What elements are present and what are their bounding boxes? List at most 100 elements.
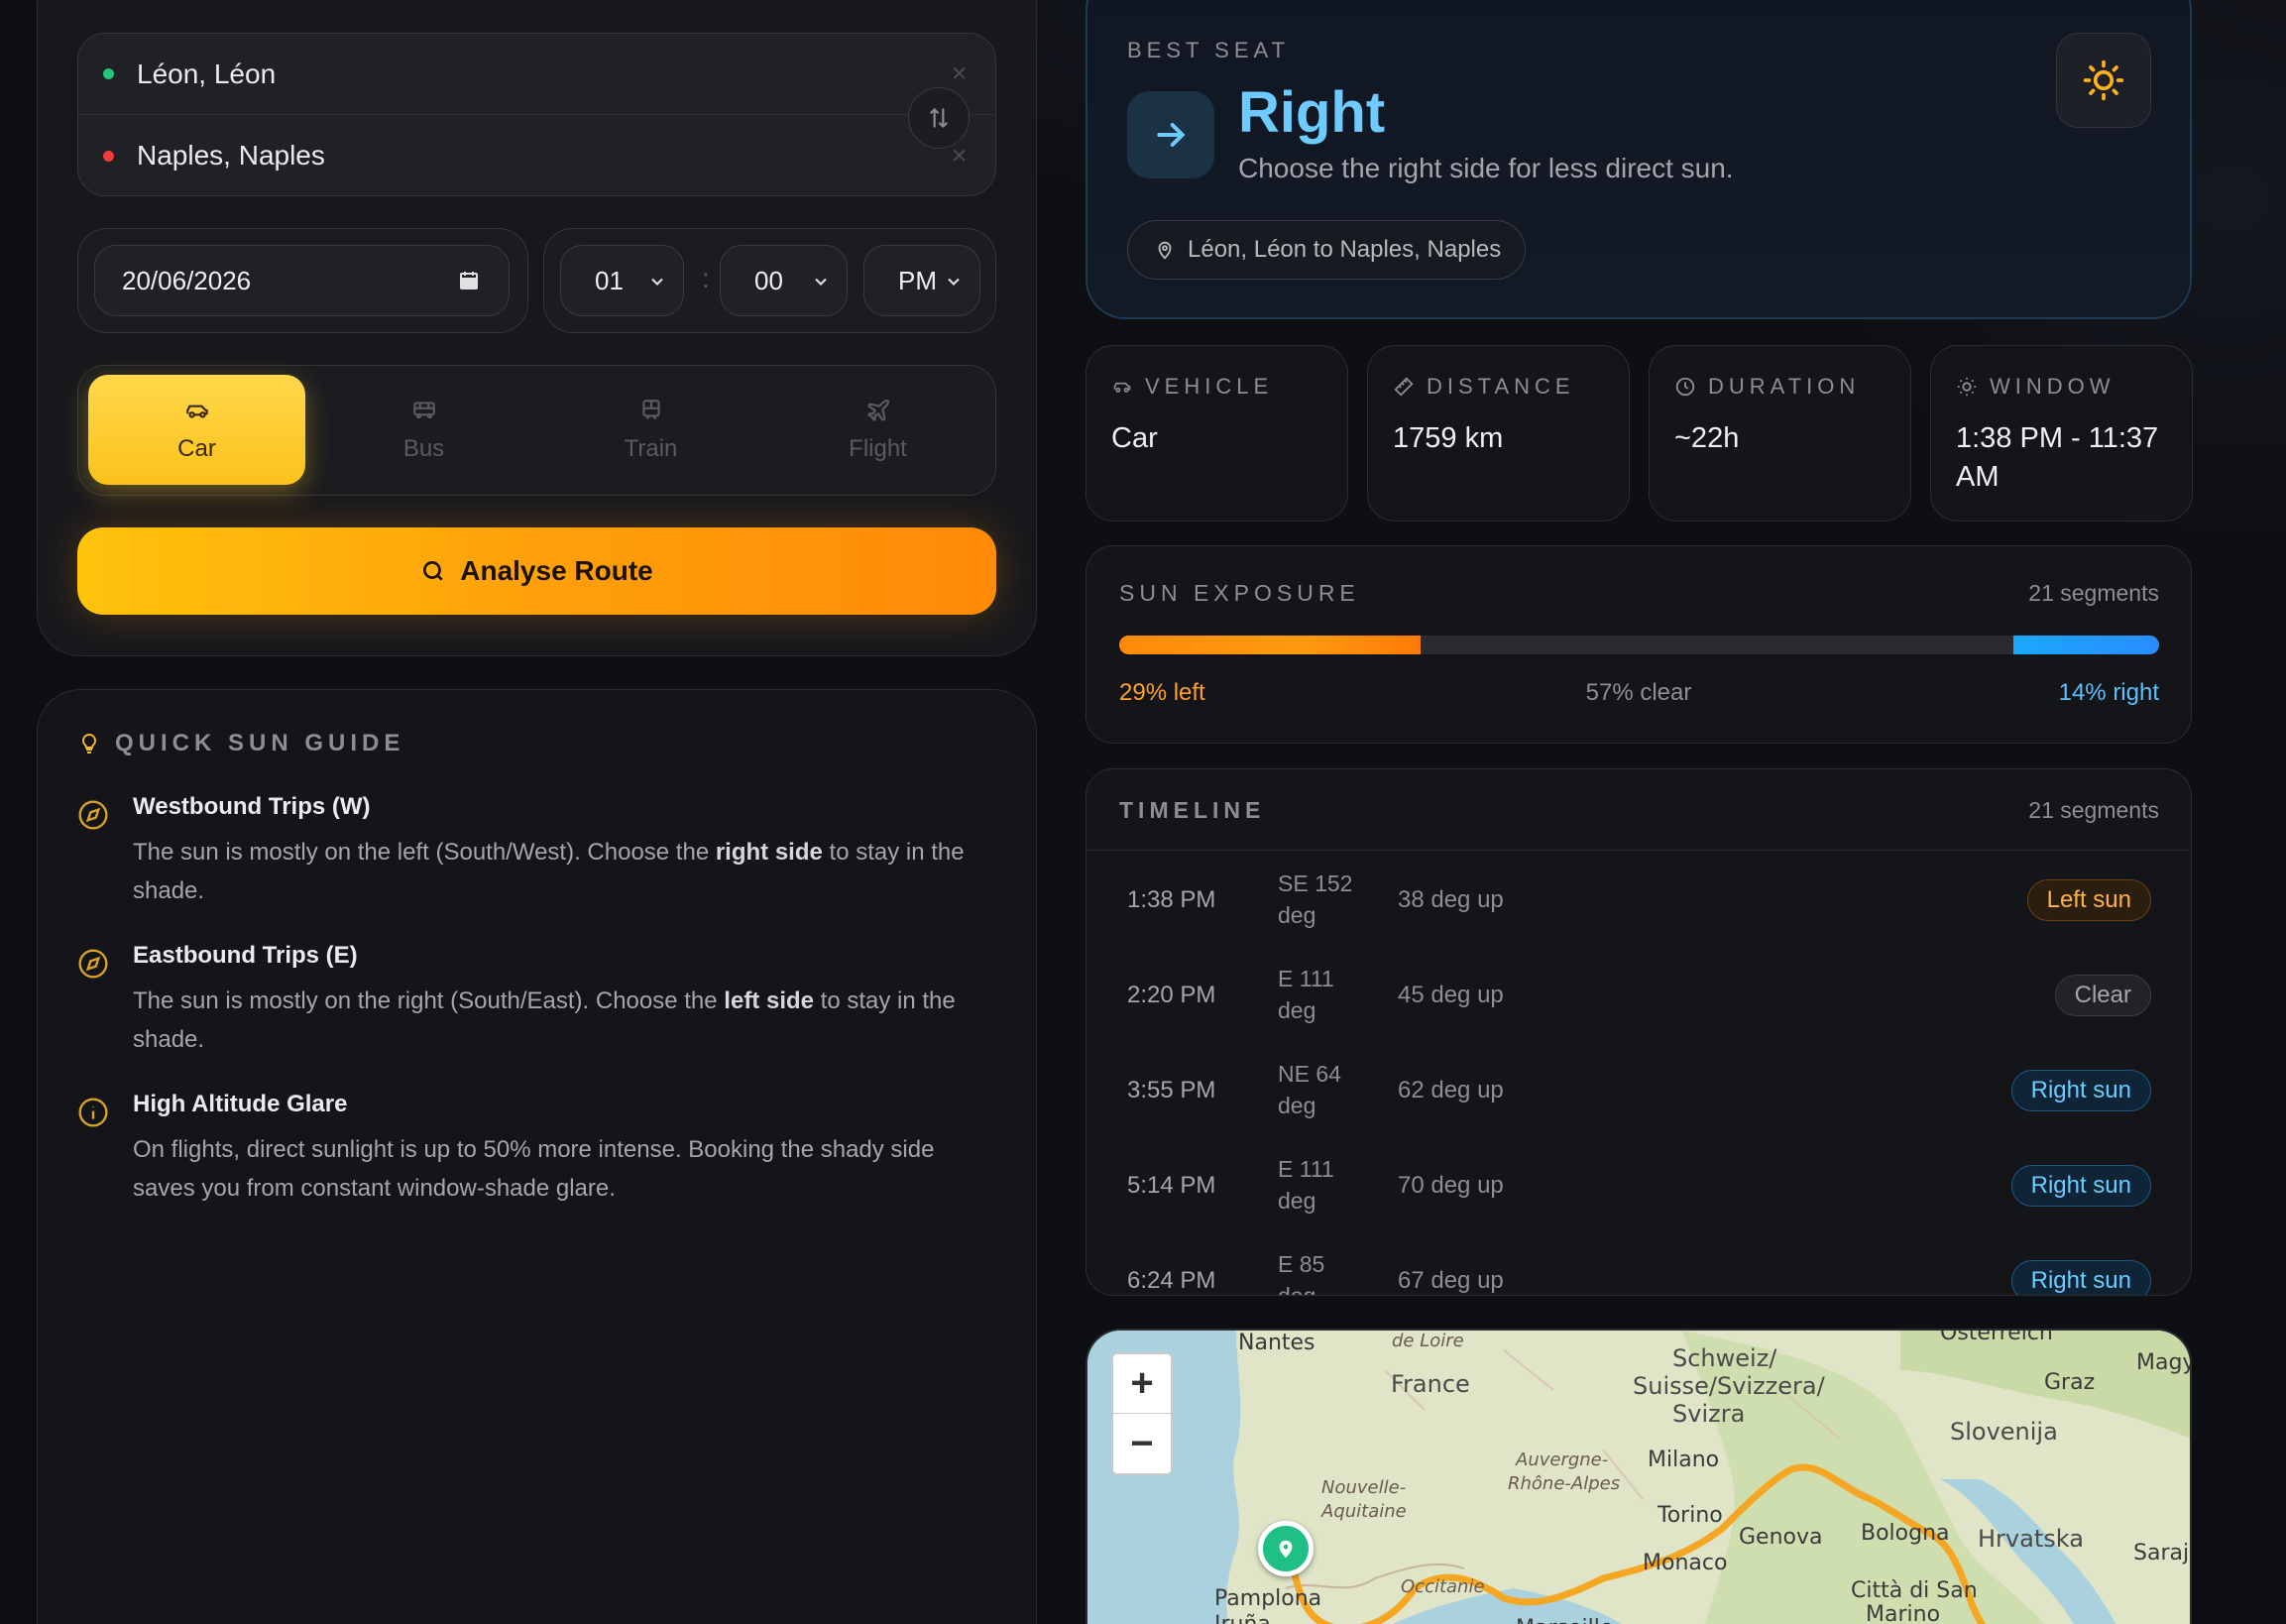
stat-label: DURATION: [1708, 374, 1861, 399]
map-label: Torino: [1657, 1503, 1723, 1528]
sun-exposure-card: SUN EXPOSURE 21 segments 57% clear 29% l…: [1086, 545, 2192, 744]
map-label: Auvergne-: [1516, 1450, 1609, 1470]
stat-value: ~22h: [1674, 422, 1740, 454]
destination-dot-icon: [103, 150, 114, 162]
stat-label: DISTANCE: [1427, 374, 1575, 399]
row-time: 3:55 PM: [1127, 1077, 1216, 1103]
timeline-row: 5:14 PM E 111 deg 70 deg up Right sun: [1086, 1137, 2191, 1232]
row-elevation: 62 deg up: [1398, 1077, 1504, 1103]
row-elevation: 70 deg up: [1398, 1172, 1504, 1199]
guide-item-text: The sun is mostly on the left (South/Wes…: [133, 839, 965, 904]
ampm-select[interactable]: PM: [863, 245, 980, 316]
time-group: 01 : 00 PM: [543, 228, 996, 333]
compass-icon: [78, 949, 108, 979]
ruler-icon: [1394, 377, 1414, 397]
map-label: Marseille: [1516, 1616, 1613, 1624]
theme-toggle-button[interactable]: [2056, 33, 2151, 128]
row-direction: E 111 deg: [1278, 966, 1334, 1023]
status-badge: Right sun: [2010, 1070, 2151, 1111]
stat-duration: DURATION ~22h: [1649, 345, 1911, 522]
zoom-in-button[interactable]: +: [1113, 1354, 1171, 1414]
map-label: Schweiz/: [1672, 1344, 1777, 1372]
destination-value[interactable]: Naples, Naples: [137, 140, 325, 172]
destination-field[interactable]: Naples, Naples ✕: [78, 115, 995, 196]
analyse-route-button[interactable]: Analyse Route: [77, 527, 996, 615]
route-pill: Léon, Léon to Naples, Naples: [1127, 220, 1527, 280]
hour-value: 01: [595, 265, 624, 295]
timeline-segments: 21 segments: [2028, 797, 2159, 823]
row-elevation: 45 deg up: [1398, 982, 1504, 1008]
route-map[interactable]: + − Nantes de Loire France Schweiz/ Suis…: [1086, 1329, 2192, 1624]
row-direction: E 111 deg: [1278, 1156, 1334, 1214]
map-label: Milano: [1648, 1448, 1720, 1472]
timeline-header: TIMELINE 21 segments: [1086, 769, 2191, 851]
timeline-row: 6:24 PM E 85 deg 67 deg up Right sun: [1086, 1232, 2191, 1296]
calendar-icon[interactable]: [457, 269, 481, 292]
mode-flight-button[interactable]: Flight: [769, 375, 986, 485]
chevron-down-icon: [948, 278, 960, 286]
exposure-title: SUN EXPOSURE: [1119, 580, 1360, 606]
hour-select[interactable]: 01: [560, 245, 684, 316]
map-label: Svizra: [1672, 1400, 1746, 1428]
stat-label: WINDOW: [1990, 374, 2115, 399]
origin-value[interactable]: Léon, Léon: [137, 58, 276, 90]
map-label: Monaco: [1643, 1551, 1728, 1575]
zoom-control: + −: [1111, 1352, 1173, 1475]
car-icon: [1113, 382, 1131, 393]
zoom-out-button[interactable]: −: [1113, 1414, 1171, 1473]
map-label: Nantes: [1238, 1331, 1315, 1355]
map-label: Marino: [1866, 1602, 1941, 1624]
row-direction: E 85 deg: [1278, 1251, 1325, 1296]
exposure-bar-right: [2013, 636, 2159, 654]
map-label: Aquitaine: [1321, 1501, 1407, 1522]
map-label: Suisse/Svizzera/: [1633, 1372, 1825, 1400]
timeline-row: 2:20 PM E 111 deg 45 deg up Clear: [1086, 947, 2191, 1042]
mode-label: Flight: [849, 434, 907, 462]
map-label: Österreich: [1940, 1329, 2053, 1345]
origin-field[interactable]: Léon, Léon ✕: [78, 34, 995, 115]
mode-train-button[interactable]: Train: [542, 375, 759, 485]
minute-select[interactable]: 00: [720, 245, 848, 316]
swap-locations-button[interactable]: [908, 87, 970, 149]
guide-item-text: On flights, direct sunlight is up to 50%…: [133, 1136, 935, 1202]
exposure-right-label: 14% right: [2058, 679, 2159, 706]
map-label: Slovenija: [1950, 1418, 2058, 1446]
clear-origin-icon[interactable]: ✕: [951, 61, 968, 86]
transport-mode-selector: Car Bus Train Flight: [77, 365, 996, 496]
timeline-card[interactable]: TIMELINE 21 segments 1:38 PM SE 152 deg 3…: [1086, 768, 2192, 1296]
best-seat-subtitle: Choose the right side for less direct su…: [1238, 153, 1734, 183]
plane-icon: [866, 399, 889, 421]
stat-value: 1759 km: [1393, 422, 1504, 454]
map-label: Città di San: [1851, 1578, 1978, 1603]
date-input[interactable]: 20/06/2026: [94, 245, 510, 316]
map-label: Bologna: [1861, 1521, 1950, 1546]
ampm-value: PM: [898, 265, 937, 295]
search-icon: [423, 560, 443, 581]
row-elevation: 38 deg up: [1398, 886, 1504, 913]
map-label: Occitanie: [1401, 1576, 1485, 1597]
timeline-title: TIMELINE: [1119, 797, 1266, 823]
map-label: Rhône-Alpes: [1508, 1473, 1621, 1494]
row-time: 6:24 PM: [1127, 1267, 1216, 1294]
exposure-bar-left: [1119, 636, 1422, 654]
exposure-segments: 21 segments: [2028, 580, 2159, 606]
map-label: Nouvelle-: [1321, 1477, 1407, 1498]
guide-item-text: The sun is mostly on the right (South/Ea…: [133, 987, 956, 1053]
row-direction: SE 152 deg: [1278, 870, 1353, 928]
origin-marker-icon[interactable]: [1258, 1521, 1314, 1576]
row-direction: NE 64 deg: [1278, 1061, 1341, 1118]
map-label: Magy: [2136, 1350, 2192, 1375]
clear-destination-icon[interactable]: ✕: [951, 144, 968, 169]
guide-title: QUICK SUN GUIDE: [115, 730, 405, 756]
date-value: 20/06/2026: [122, 265, 252, 295]
lightbulb-icon: [81, 733, 97, 754]
status-badge: Right sun: [2010, 1165, 2151, 1207]
swap-icon: [930, 108, 948, 128]
guide-item-title: High Altitude Glare: [133, 1091, 348, 1117]
mode-car-button[interactable]: Car: [88, 375, 305, 485]
timeline-row: 1:38 PM SE 152 deg 38 deg up Left sun: [1086, 852, 2191, 947]
status-badge: Left sun: [2026, 879, 2151, 921]
map-pin-icon: [1279, 1540, 1293, 1559]
mode-bus-button[interactable]: Bus: [315, 375, 532, 485]
arrow-right-icon: [1157, 123, 1186, 147]
